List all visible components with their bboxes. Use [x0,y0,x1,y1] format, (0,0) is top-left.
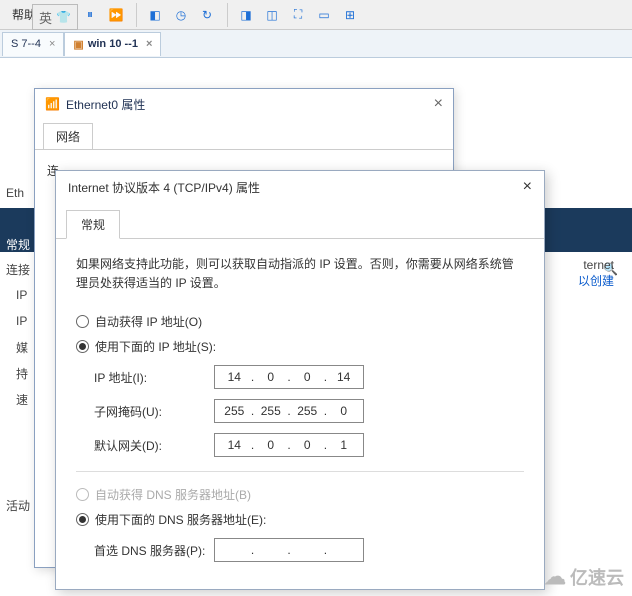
toolbar-btn-view2[interactable]: ◫ [260,3,284,27]
subnet-mask-label: 子网掩码(U): [94,403,214,420]
create-link[interactable]: 以创建 [578,272,614,289]
tab-label: S 7--4 [11,38,41,50]
network-adapter-icon: 📶 [45,97,60,111]
dialog-titlebar[interactable]: 📶 Ethernet0 属性 × [35,89,453,119]
toolbar-btn-view1[interactable]: ◨ [234,3,258,27]
shirt-icon: 👕 [56,10,71,24]
radio-dns-manual[interactable]: 使用下面的 DNS 服务器地址(E): [76,511,524,528]
radio-icon [76,315,89,328]
text-frag: ternet [578,258,614,272]
radio-icon-selected [76,513,89,526]
toolbar-btn-suspend[interactable]: ⏩ [104,3,128,27]
close-icon[interactable]: × [146,38,152,50]
close-icon[interactable]: × [434,95,443,113]
description-text: 如果网络支持此功能，则可以获取自动指派的 IP 设置。否则，你需要从网络系统管理… [76,255,524,293]
ime-badge: 英 👕 [32,4,78,30]
dialog-body: 如果网络支持此功能，则可以获取自动指派的 IP 设置。否则，你需要从网络系统管理… [56,239,544,588]
toolbar-btn-pause[interactable]: ⏸ [78,3,102,27]
ip-address-row: IP 地址(I): 14. 0. 0. 14 [94,365,524,389]
toolbar-btn-clock[interactable]: ◷ [169,3,193,27]
dns-primary-label: 首选 DNS 服务器(P): [94,542,214,559]
general-tab[interactable]: 常规 [66,210,120,239]
watermark: ☁ 亿速云 [544,564,624,590]
gateway-row: 默认网关(D): 14. 0. 0. 1 [94,433,524,457]
ipv4-properties-dialog: Internet 协议版本 4 (TCP/IPv4) 属性 × 常规 如果网络支… [55,170,545,590]
cloud-icon: ☁ [544,564,566,590]
toolbar-btn-unity[interactable]: ⊞ [338,3,362,27]
toolbar-btn-fit[interactable]: ▭ [312,3,336,27]
separator [76,471,524,472]
radio-icon-selected [76,340,89,353]
eth-label: Eth [6,186,24,200]
radio-label: 使用下面的 IP 地址(S): [95,338,216,355]
tab-label: win 10 --1 [88,38,138,50]
dns-primary-row: 首选 DNS 服务器(P): . . . [94,538,524,562]
ip-address-input[interactable]: 14. 0. 0. 14 [214,365,364,389]
vm-tabstrip: S 7--4 × ▣ win 10 --1 × [0,30,632,58]
dns-primary-input[interactable]: . . . [214,538,364,562]
network-tab[interactable]: 网络 [43,123,93,149]
toolbar-btn-snapshot[interactable]: ◧ [143,3,167,27]
close-icon[interactable]: × [523,178,532,196]
subnet-mask-row: 子网掩码(U): 255. 255. 255. 0 [94,399,524,423]
right-fragment: ternet 以创建 [578,258,614,289]
radio-dns-auto: 自动获得 DNS 服务器地址(B) [76,486,524,503]
ip-address-label: IP 地址(I): [94,369,214,386]
toolbar-btn-refresh[interactable]: ↻ [195,3,219,27]
vm-tab-1[interactable]: S 7--4 × [2,32,64,56]
toolbar-btn-fullscreen[interactable]: ⛶ [286,3,310,27]
dialog-tabs: 常规 [56,203,544,239]
dialog-tabs: 网络 [35,119,453,150]
vm-icon: ▣ [73,38,83,51]
dialog-title: Internet 协议版本 4 (TCP/IPv4) 属性 [68,179,260,196]
radio-label: 自动获得 IP 地址(O) [95,313,202,330]
radio-label: 自动获得 DNS 服务器地址(B) [95,486,251,503]
radio-label: 使用下面的 DNS 服务器地址(E): [95,511,266,528]
radio-ip-auto[interactable]: 自动获得 IP 地址(O) [76,313,524,330]
dialog-titlebar[interactable]: Internet 协议版本 4 (TCP/IPv4) 属性 × [56,171,544,203]
main-toolbar: 帮助 ▶ ⏸ ⏩ ◧ ◷ ↻ ◨ ◫ ⛶ ▭ ⊞ [0,0,632,30]
radio-icon [76,488,89,501]
radio-ip-manual[interactable]: 使用下面的 IP 地址(S): [76,338,524,355]
gateway-label: 默认网关(D): [94,437,214,454]
subnet-mask-input[interactable]: 255. 255. 255. 0 [214,399,364,423]
general-nav[interactable]: 常规 [6,236,30,253]
ime-text: 英 [39,8,52,27]
vm-tab-2[interactable]: ▣ win 10 --1 × [64,32,161,56]
watermark-text: 亿速云 [570,564,624,590]
dialog-title: Ethernet0 属性 [66,96,145,113]
close-icon[interactable]: × [49,38,55,50]
gateway-input[interactable]: 14. 0. 0. 1 [214,433,364,457]
